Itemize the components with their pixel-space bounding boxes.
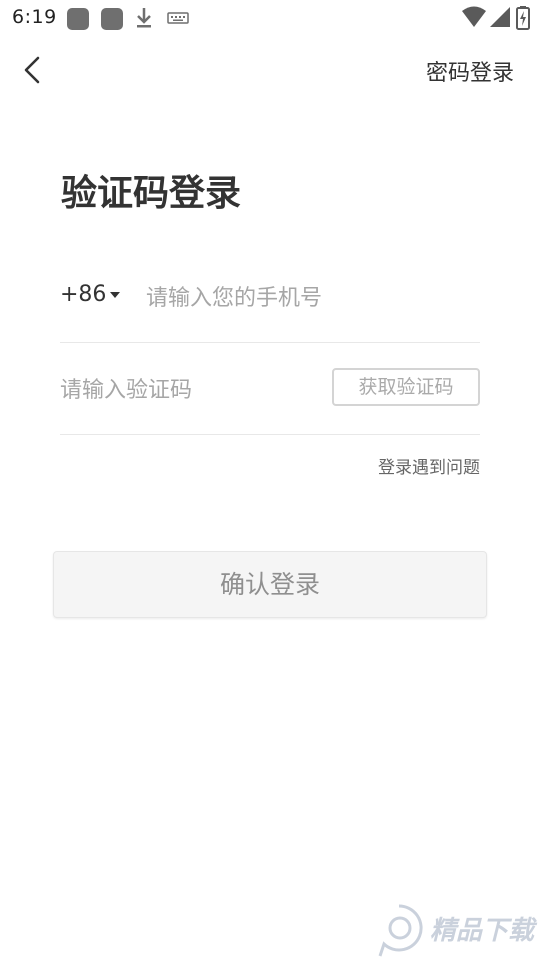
status-bar: 6:19 (0, 0, 540, 36)
phone-input[interactable] (146, 282, 476, 314)
back-button[interactable] (14, 50, 54, 90)
notification-square-icon (101, 8, 123, 30)
login-help-link[interactable]: 登录遇到问题 (378, 453, 480, 478)
verification-code-input[interactable] (60, 374, 310, 406)
chevron-left-icon (24, 56, 40, 84)
wifi-icon (462, 6, 486, 27)
phone-row: +86 (60, 270, 480, 343)
code-row: 获取验证码 (60, 364, 480, 435)
get-code-button[interactable]: 获取验证码 (332, 368, 480, 406)
signal-icon (490, 7, 510, 27)
watermark-logo-icon (378, 904, 423, 957)
watermark: 精品下载 (372, 900, 538, 960)
notification-square-icon (67, 8, 89, 30)
download-icon (137, 8, 151, 28)
caret-down-icon (110, 291, 121, 298)
country-code-label: +86 (60, 282, 107, 307)
keyboard-icon (167, 12, 189, 24)
page-title: 验证码登录 (61, 173, 242, 214)
confirm-login-button[interactable]: 确认登录 (53, 551, 487, 618)
status-time: 6:19 (12, 6, 57, 28)
country-code-selector[interactable]: +86 (60, 282, 121, 307)
watermark-text: 精品下载 (430, 916, 535, 946)
password-login-link[interactable]: 密码登录 (426, 55, 514, 87)
battery-icon (516, 6, 530, 30)
